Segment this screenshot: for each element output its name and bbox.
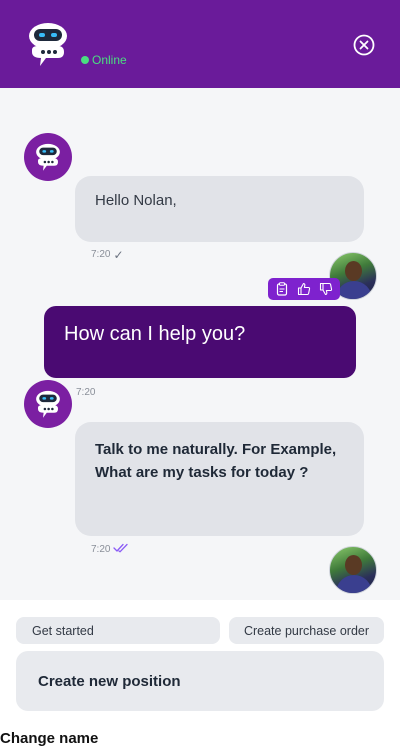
status-label: Online [92,53,127,67]
chatbot-icon [29,23,67,66]
message-bubble: How can I help you? [44,306,356,378]
suggestion-chip-get-started[interactable]: Get started [16,617,220,644]
chat-header: Online [0,0,400,88]
message-text: Hello Nolan, [95,192,177,209]
chatbot-icon [36,390,60,418]
message-timestamp: 7:20 [91,543,129,556]
chatbot-icon [36,143,60,171]
suggestion-chip-create-new-position[interactable]: Create new position [16,651,384,711]
chat-area[interactable]: Hello Nolan, 7:20 ✓ How can I help you? … [0,88,400,600]
double-check-icon [113,543,129,556]
online-status: Online [81,53,127,67]
suggestion-chip-create-purchase-order[interactable]: Create purchase order [229,617,384,644]
thumbs-down-icon[interactable] [318,281,334,297]
message-bubble: Talk to me naturally. For Example, What … [75,422,364,536]
change-name-label: Change name [0,730,99,747]
user-avatar [329,546,377,594]
clipboard-icon[interactable] [274,281,290,297]
message-timestamp: 7:20 [76,387,96,398]
online-dot-icon [81,56,89,64]
message-text: Talk to me naturally. For Example, What … [95,441,337,481]
close-icon[interactable] [353,34,375,56]
message-bubble: Hello Nolan, [75,176,364,242]
suggestion-panel: Get started Create purchase order Create… [0,600,400,726]
message-text: How can I help you? [64,323,246,345]
bot-avatar [24,380,72,428]
bot-avatar [24,133,72,181]
message-timestamp: 7:20 ✓ [91,247,124,262]
thumbs-up-icon[interactable] [296,281,312,297]
check-icon: ✓ [113,247,124,262]
message-reactions [268,278,340,300]
